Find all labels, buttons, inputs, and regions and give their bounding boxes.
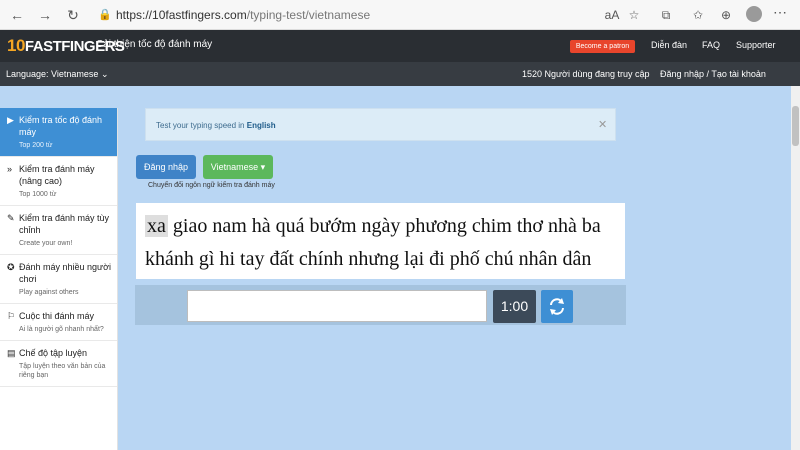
more-icon[interactable]: ⋯ <box>773 4 787 21</box>
word: chính <box>298 248 344 270</box>
word: chim <box>471 215 512 237</box>
sidebar-item-advanced[interactable]: » Kiểm tra đánh máy (nâng cao) Top 1000 t… <box>0 157 117 206</box>
word: lại <box>404 248 425 270</box>
word: bướm <box>309 215 357 237</box>
sidebar-item-practice[interactable]: ▤ Chế độ tập luyện Tập luyện theo văn bản… <box>0 341 117 387</box>
word: nhân <box>518 248 558 270</box>
nav-supporter[interactable]: Supporter <box>736 40 776 50</box>
word: phố <box>449 248 480 270</box>
users-icon: ✪ <box>7 262 15 272</box>
sidebar-item-competition[interactable]: ⚐ Cuộc thi đánh máy Ai là người gõ nhanh … <box>0 304 117 341</box>
word: quá <box>275 215 305 237</box>
login-button[interactable]: Đăng nhập <box>136 155 196 179</box>
login-register-link[interactable]: Đăng nhập / Tạo tài khoản <box>660 69 766 79</box>
sidebar-item-label: Kiểm tra đánh máy tùy chỉnh <box>19 213 110 235</box>
sidebar-item-label: Kiểm tra tốc độ đánh máy <box>19 115 103 137</box>
word: đi <box>429 248 445 270</box>
lock-icon: 🔒 <box>98 9 112 21</box>
sidebar-item-sublabel: Top 200 từ <box>19 142 53 149</box>
word: khánh <box>145 248 194 270</box>
patreon-button[interactable]: Become a patron <box>570 40 635 53</box>
reload-button[interactable] <box>541 290 573 323</box>
word: nhà <box>547 215 577 237</box>
switch-language-note: Chuyển đổi ngôn ngữ kiểm tra đánh máy <box>148 182 275 189</box>
favorites-bar-icon[interactable]: ✩ <box>690 6 706 24</box>
typing-input[interactable] <box>187 290 487 322</box>
language-info-alert: Test your typing speed in English ✕ <box>145 108 616 141</box>
word: giao <box>172 215 208 237</box>
word: chú <box>484 248 514 270</box>
url-path: /typing-test/vietnamese <box>246 8 371 22</box>
sidebar-item-custom[interactable]: ✎ Kiểm tra đánh máy tùy chỉnh Create your… <box>0 206 117 255</box>
sidebar-item-typing-test[interactable]: ▶ Kiểm tra tốc độ đánh máy Top 200 từ <box>0 108 117 157</box>
word: nhưng <box>348 248 400 270</box>
online-users: 1520 Người dùng đang truy cập <box>522 69 650 79</box>
pencil-icon: ✎ <box>7 213 15 223</box>
language-dropdown-button[interactable]: Vietnamese ▾ <box>203 155 273 179</box>
refresh-icon <box>550 298 564 315</box>
current-word: xa <box>145 215 168 237</box>
sidebar-item-sublabel: Ai là người gõ nhanh nhất? <box>19 326 104 333</box>
page-scrollbar[interactable] <box>791 86 800 450</box>
sidebar-item-label: Chế độ tập luyện <box>19 348 88 358</box>
word: hà <box>251 215 271 237</box>
word: tay <box>240 248 265 270</box>
word-line-2: khánh gì hi tay đất chính nhưng lại đi phố chú nhân… <box>145 248 596 271</box>
sidebar-item-sublabel: Play against others <box>19 289 79 296</box>
word: ngày <box>361 215 401 237</box>
sidebar-item-label: Cuộc thi đánh máy <box>19 311 95 321</box>
word: phương <box>405 215 467 237</box>
countdown-timer: 1:00 <box>493 290 536 323</box>
nav-forum[interactable]: Diễn đàn <box>651 40 687 50</box>
close-icon[interactable]: ✕ <box>598 118 607 131</box>
favorite-icon[interactable]: ☆ <box>626 6 642 24</box>
browser-toolbar: ← → ↻ 🔒 https://10fastfingers.com/typing… <box>0 0 800 30</box>
sidebar-item-label: Đánh máy nhiều người chơi <box>19 262 111 284</box>
back-icon[interactable]: ← <box>8 6 26 24</box>
word: đất <box>269 248 294 270</box>
read-aloud-icon[interactable]: aA <box>604 6 620 24</box>
address-bar[interactable]: 🔒 https://10fastfingers.com/typing-test/… <box>92 5 622 25</box>
site-header: 10FASTFINGERS Cải thiện tốc độ đánh máy … <box>0 30 800 62</box>
sidebar-item-sublabel: Create your own! <box>19 240 73 247</box>
input-row: 1:00 <box>135 285 626 325</box>
word: hi <box>219 248 236 270</box>
sidebar: ▶ Kiểm tra tốc độ đánh máy Top 200 từ » Ki… <box>0 108 118 450</box>
collections-icon[interactable]: ⊕ <box>718 6 734 24</box>
word: nam <box>212 215 247 237</box>
flag-icon: ⚐ <box>7 311 16 321</box>
chevron-down-icon: ⌄ <box>100 69 109 79</box>
site-tagline: Cải thiện tốc độ đánh máy <box>96 39 213 50</box>
word: gì <box>198 248 215 270</box>
sidebar-item-label: Kiểm tra đánh máy (nâng cao) <box>19 164 95 186</box>
sub-header: Language: Vietnamese ⌄ 1520 Người dùng đ… <box>0 62 800 86</box>
info-text: Test your typing speed in <box>156 121 245 130</box>
extensions-icon[interactable]: ⧉ <box>658 6 674 24</box>
language-select[interactable]: Language: Vietnamese ⌄ <box>6 69 108 80</box>
profile-avatar[interactable] <box>746 6 762 22</box>
url-host: https://10fastfingers.com <box>116 8 247 22</box>
word: ba <box>581 215 601 237</box>
word: dân <box>562 248 592 270</box>
word-display: xa giao nam hà quá bướm ngày phương chim thơ nhà ba… <box>136 203 625 279</box>
sidebar-item-multiplayer[interactable]: ✪ Đánh máy nhiều người chơi Play against … <box>0 255 117 304</box>
sidebar-item-sublabel: Tập luyện theo văn bản của riêng bạn <box>19 363 106 379</box>
sidebar-item-sublabel: Top 1000 từ <box>19 191 57 198</box>
forward-icon[interactable]: → <box>36 6 54 24</box>
nav-faq[interactable]: FAQ <box>702 40 720 50</box>
info-language-link[interactable]: English <box>247 121 276 130</box>
scroll-thumb[interactable] <box>792 106 799 146</box>
word-line-1: xa giao nam hà quá bướm ngày phương chim thơ nhà ba <box>145 215 606 238</box>
double-chevron-icon: » <box>7 164 13 174</box>
document-icon: ▤ <box>7 348 16 358</box>
refresh-icon[interactable]: ↻ <box>64 6 82 24</box>
play-icon: ▶ <box>7 115 14 125</box>
word: thơ <box>516 215 543 237</box>
